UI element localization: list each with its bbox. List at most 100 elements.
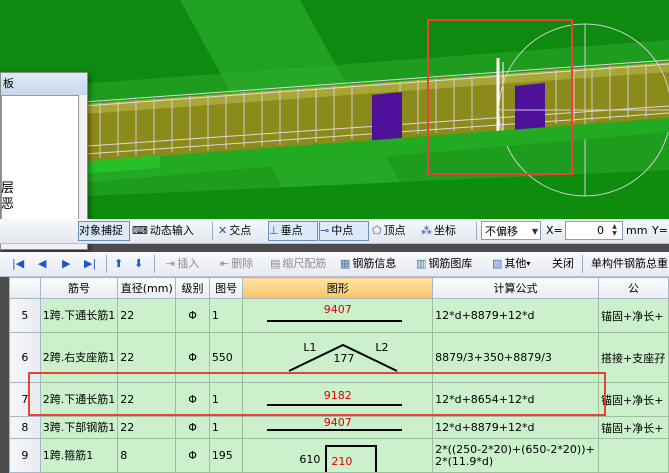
rebar-library-label: 钢筋图库 <box>428 257 473 270</box>
summary-label: 单构件钢筋总重 <box>591 257 668 270</box>
column-header-description[interactable]: 公 <box>598 277 669 299</box>
last-record-icon[interactable]: ▶| <box>84 255 96 273</box>
scale-rebar-button[interactable]: ▤ 缩尺配筋 <box>270 255 326 273</box>
delete-icon: ⇤ <box>220 257 230 270</box>
table-row[interactable]: 9 1跨.箍筋1 8 Φ 195 610 210 2*((250-2*20)+(… <box>9 438 669 473</box>
midpoint-icon: ⊸ <box>320 224 330 237</box>
grade-cell[interactable]: Φ <box>175 416 210 439</box>
bar-name-cell[interactable]: 3跨.下部钢筋1 <box>39 416 119 439</box>
formula-cell[interactable]: 12*d+8879+12*d <box>432 298 599 333</box>
other-menu-button[interactable]: ▧ 其他▾ <box>492 255 532 273</box>
grade-cell[interactable]: Φ <box>175 298 210 333</box>
dynamic-input-button[interactable]: ⌨ 动态输入 <box>132 222 208 240</box>
highlight-rect-row <box>28 372 606 416</box>
column-header-diameter[interactable]: 直径(mm) <box>117 277 177 299</box>
straight-bar-shape <box>267 319 403 322</box>
delete-button[interactable]: ⇤ 删除 <box>220 255 253 273</box>
panel-title: 板 <box>1 73 87 95</box>
close-button[interactable]: 关闭 <box>552 255 574 273</box>
x-coordinate-input[interactable]: 0 ▲ ▼ <box>565 221 623 240</box>
next-record-icon[interactable]: ▶ <box>62 255 70 273</box>
column-header-bar-no[interactable]: 筋号 <box>39 277 119 299</box>
insert-label: 插入 <box>177 257 200 270</box>
description-cell[interactable]: 锚固+净长+ <box>598 298 669 333</box>
x-coordinate-label: X= <box>546 224 563 237</box>
description-cell[interactable]: 锚固+净长+ <box>598 416 669 439</box>
midpoint-label: 中点 <box>331 224 354 237</box>
formula-line-1: 2*((250-2*20)+(650-2*20))+ <box>435 442 595 456</box>
offset-mode-value: 不偏移 <box>485 225 518 238</box>
object-snap-label: 对象捕捉 <box>79 224 123 237</box>
shape-cell[interactable]: 9407 <box>242 416 434 439</box>
diameter-cell[interactable]: 22 <box>117 298 177 333</box>
toolbar-separator <box>212 222 213 240</box>
table-row[interactable]: 8 3跨.下部钢筋1 22 Φ 1 9407 12*d+8879+12*d 锚固… <box>9 416 669 439</box>
grade-cell[interactable]: Φ <box>175 438 210 473</box>
y-coordinate-label: Y= <box>652 224 668 237</box>
bar-name-cell[interactable]: 1跨.箍筋1 <box>39 438 119 473</box>
shape-cell[interactable]: 9407 <box>242 298 434 333</box>
toolbar-separator <box>476 222 477 240</box>
shape-label-mid: 177 <box>333 351 355 365</box>
column-header-shape-no[interactable]: 图号 <box>208 277 244 299</box>
row-number: 9 <box>9 438 41 473</box>
perpendicular-snap-button[interactable]: ⊥ 垂点 <box>268 221 318 241</box>
insert-icon: ⇥ <box>166 257 176 270</box>
toolbar-separator <box>106 255 107 273</box>
coordinate-snap-button[interactable]: ⁂ 坐标 <box>421 222 471 240</box>
insert-button[interactable]: ⇥ 插入 <box>166 255 199 273</box>
snap-toolbar: 对象捕捉 ⌨ 动态输入 ✕ 交点 ⊥ 垂点 ⊸ 中点 ⬠ 顶点 ⁂ 坐标 不偏移 ▼ X= 0… <box>0 219 669 244</box>
perpendicular-label: 垂点 <box>280 224 303 237</box>
intersection-label: 交点 <box>229 224 252 237</box>
shape-cell[interactable]: 610 210 <box>242 438 434 473</box>
move-up-icon[interactable]: ⬆ <box>114 255 123 273</box>
vertex-label: 顶点 <box>383 224 406 237</box>
shape-length-label: 9407 <box>323 416 352 429</box>
panel-side-text-1: 层 <box>1 181 15 196</box>
diameter-cell[interactable]: 22 <box>117 416 177 439</box>
3d-viewport[interactable] <box>0 0 669 219</box>
description-cell[interactable]: 搭接+支座孖 <box>598 332 669 383</box>
shape-no-cell[interactable]: 195 <box>208 438 244 473</box>
column-header-formula[interactable]: 计算公式 <box>432 277 599 299</box>
first-record-icon[interactable]: |◀ <box>12 255 24 273</box>
toolbar-separator <box>154 255 155 273</box>
table-row[interactable]: 5 1跨.下通长筋1 22 Φ 1 9407 12*d+8879+12*d 锚固… <box>9 298 669 333</box>
row-number-header <box>9 277 41 299</box>
straight-bar-shape <box>267 428 403 431</box>
description-cell[interactable] <box>598 438 669 473</box>
stirrup-width-label: 210 <box>331 454 353 468</box>
shape-label-l2: L2 <box>375 340 389 354</box>
rebar-toolbar: |◀ ◀ ▶ ▶| ⬆ ⬇ ⇥ 插入 ⇤ 删除 ▤ 缩尺配筋 ▦ 钢筋信息 ▥ 钢筋图库 … <box>0 252 669 277</box>
midpoint-snap-button[interactable]: ⊸ 中点 <box>319 221 369 241</box>
row-number: 8 <box>9 416 41 439</box>
rebar-info-button[interactable]: ▦ 钢筋信息 <box>340 255 396 273</box>
spinner-icon[interactable]: ▲ ▼ <box>608 223 621 238</box>
unit-label: mm <box>626 224 648 237</box>
intersection-icon: ✕ <box>218 224 228 237</box>
rebar-library-button[interactable]: ▥ 钢筋图库 <box>416 255 472 273</box>
offset-mode-select[interactable]: 不偏移 ▼ <box>481 221 541 240</box>
stirrup-height-label: 610 <box>299 452 321 466</box>
intersection-snap-button[interactable]: ✕ 交点 <box>218 222 266 240</box>
previous-record-icon[interactable]: ◀ <box>38 255 46 273</box>
bar-name-cell[interactable]: 1跨.下通长筋1 <box>39 298 119 333</box>
column-header-shape[interactable]: 图形 <box>242 277 434 299</box>
coordinate-label: 坐标 <box>434 224 456 237</box>
shape-no-cell[interactable]: 1 <box>208 298 244 333</box>
summary-button[interactable]: 单构件钢筋总重 <box>591 255 668 273</box>
panel-content <box>1 95 79 239</box>
shape-length-label: 9407 <box>323 302 352 316</box>
vertex-icon: ⬠ <box>372 224 382 237</box>
formula-cell[interactable]: 12*d+8879+12*d <box>432 416 599 439</box>
scale-rebar-label: 缩尺配筋 <box>282 257 327 270</box>
diameter-cell[interactable]: 8 <box>117 438 177 473</box>
other-menu-label: 其他 <box>504 257 527 270</box>
object-snap-button[interactable]: 对象捕捉 <box>78 221 130 241</box>
move-down-icon[interactable]: ⬇ <box>134 255 143 273</box>
description-cell[interactable]: 锚固+净长+ <box>598 382 669 417</box>
vertex-snap-button[interactable]: ⬠ 顶点 <box>372 222 418 240</box>
formula-cell[interactable]: 2*((250-2*20)+(650-2*20))+ 2*(11.9*d) <box>432 438 599 473</box>
shape-no-cell[interactable]: 1 <box>208 416 244 439</box>
column-header-grade[interactable]: 级别 <box>175 277 210 299</box>
